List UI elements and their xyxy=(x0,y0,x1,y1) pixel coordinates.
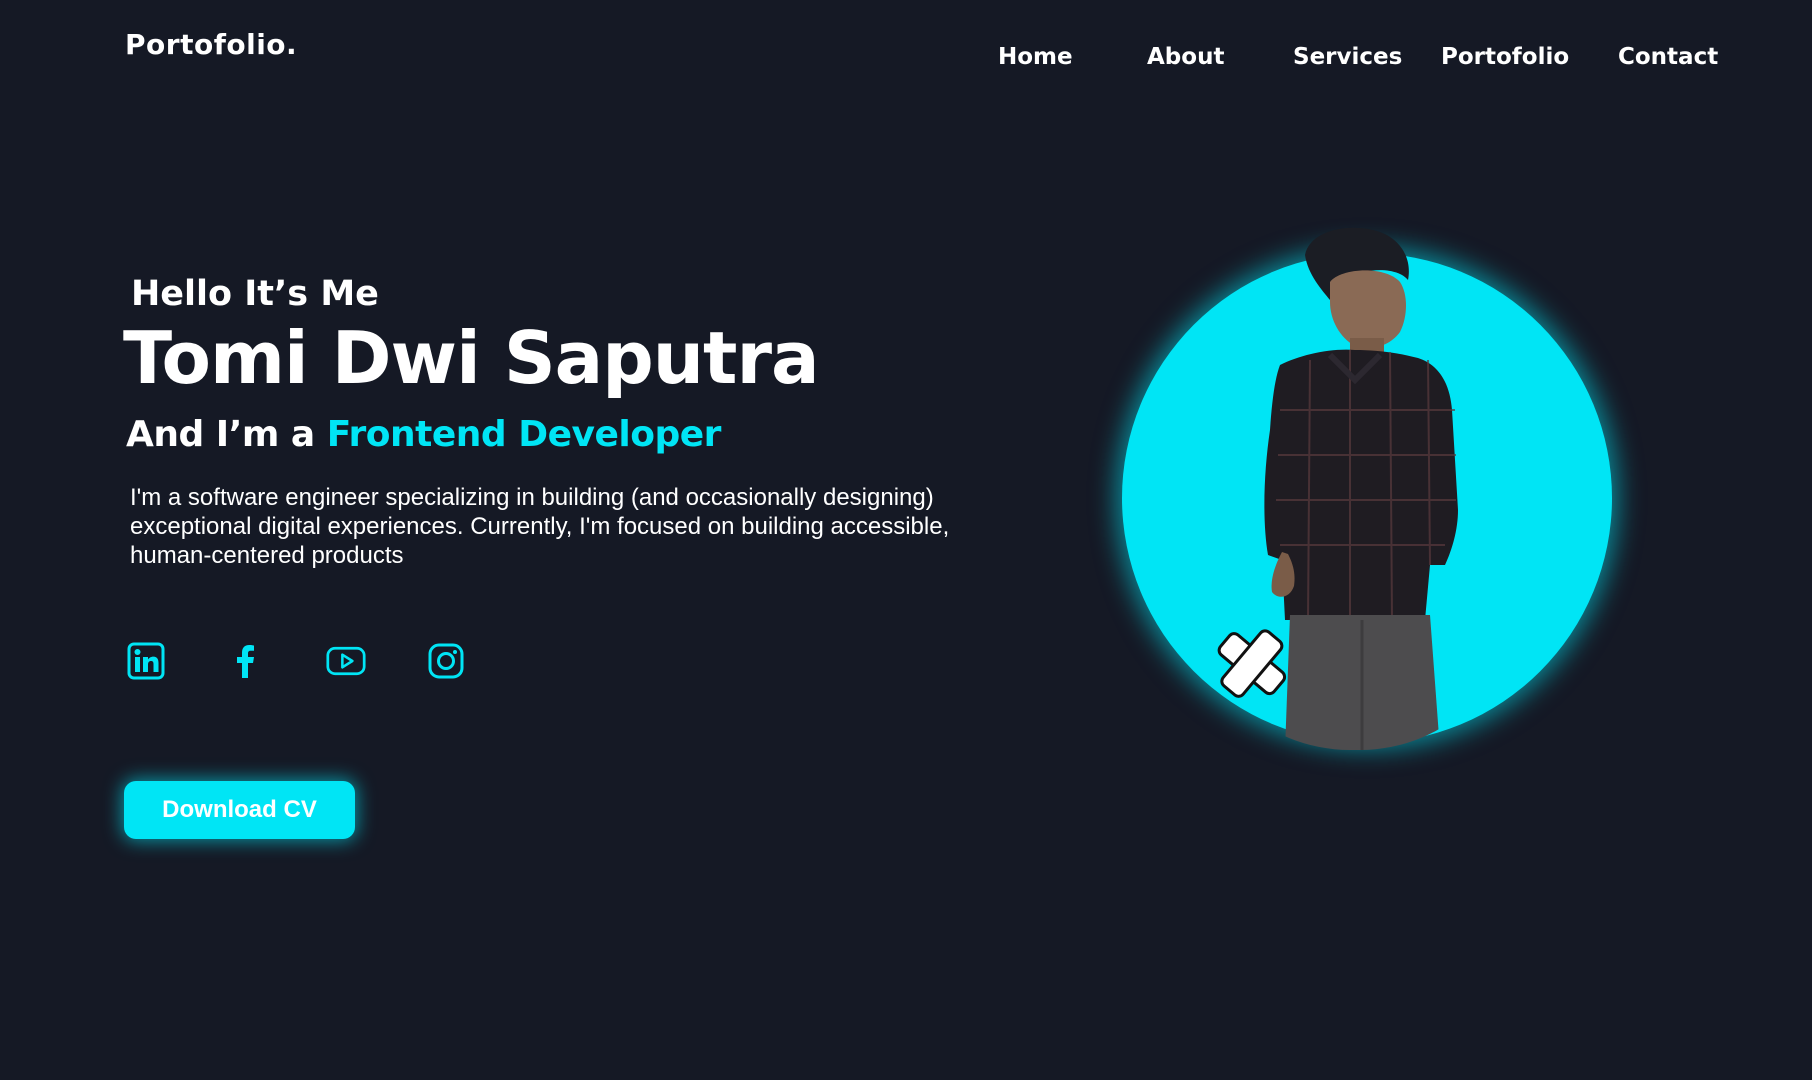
main-nav: Home About Services Portofolio Contact xyxy=(0,44,1812,78)
linkedin-icon xyxy=(127,642,165,680)
nav-about[interactable]: About xyxy=(1147,44,1224,70)
hero-description: I'm a software engineer specializing in … xyxy=(130,484,950,569)
hero-name: Tomi Dwi Saputra xyxy=(123,316,820,400)
facebook-link[interactable] xyxy=(226,641,266,681)
youtube-link[interactable] xyxy=(326,641,366,681)
nav-contact[interactable]: Contact xyxy=(1618,44,1718,70)
youtube-icon xyxy=(326,646,366,676)
download-cv-button[interactable]: Download CV xyxy=(124,781,355,839)
profile-photo xyxy=(1190,220,1520,750)
nav-home[interactable]: Home xyxy=(998,44,1073,70)
portrait-illustration xyxy=(1217,227,1458,750)
hero-role: And I’m a Frontend Developer xyxy=(126,414,721,455)
role-highlight: Frontend Developer xyxy=(326,414,722,455)
facebook-icon xyxy=(237,645,254,678)
role-prefix: And I’m a xyxy=(126,414,327,455)
hero-greeting: Hello It’s Me xyxy=(131,274,379,314)
nav-services[interactable]: Services xyxy=(1293,44,1402,70)
instagram-link[interactable] xyxy=(426,641,466,681)
linkedin-link[interactable] xyxy=(126,641,166,681)
nav-portofolio[interactable]: Portofolio xyxy=(1441,44,1569,70)
portfolio-page: Portofolio. Home About Services Portofol… xyxy=(0,0,1812,1080)
instagram-icon xyxy=(428,643,464,679)
